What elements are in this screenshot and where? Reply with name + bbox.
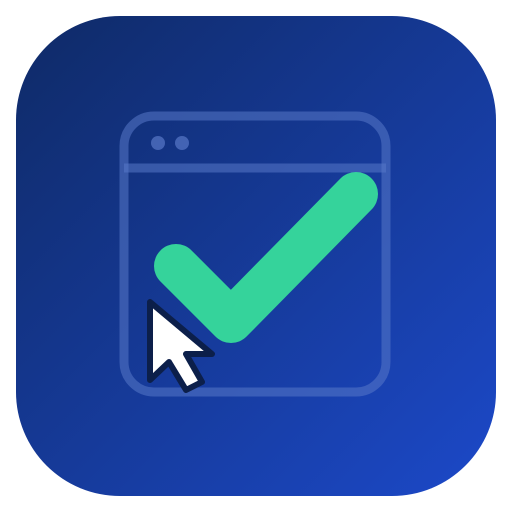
app-icon-graphic (16, 16, 496, 496)
app-icon-background (16, 16, 496, 496)
window-dot-2 (175, 136, 189, 150)
canvas (0, 0, 512, 512)
app-icon[interactable] (16, 16, 496, 496)
window-dot-1 (151, 136, 165, 150)
